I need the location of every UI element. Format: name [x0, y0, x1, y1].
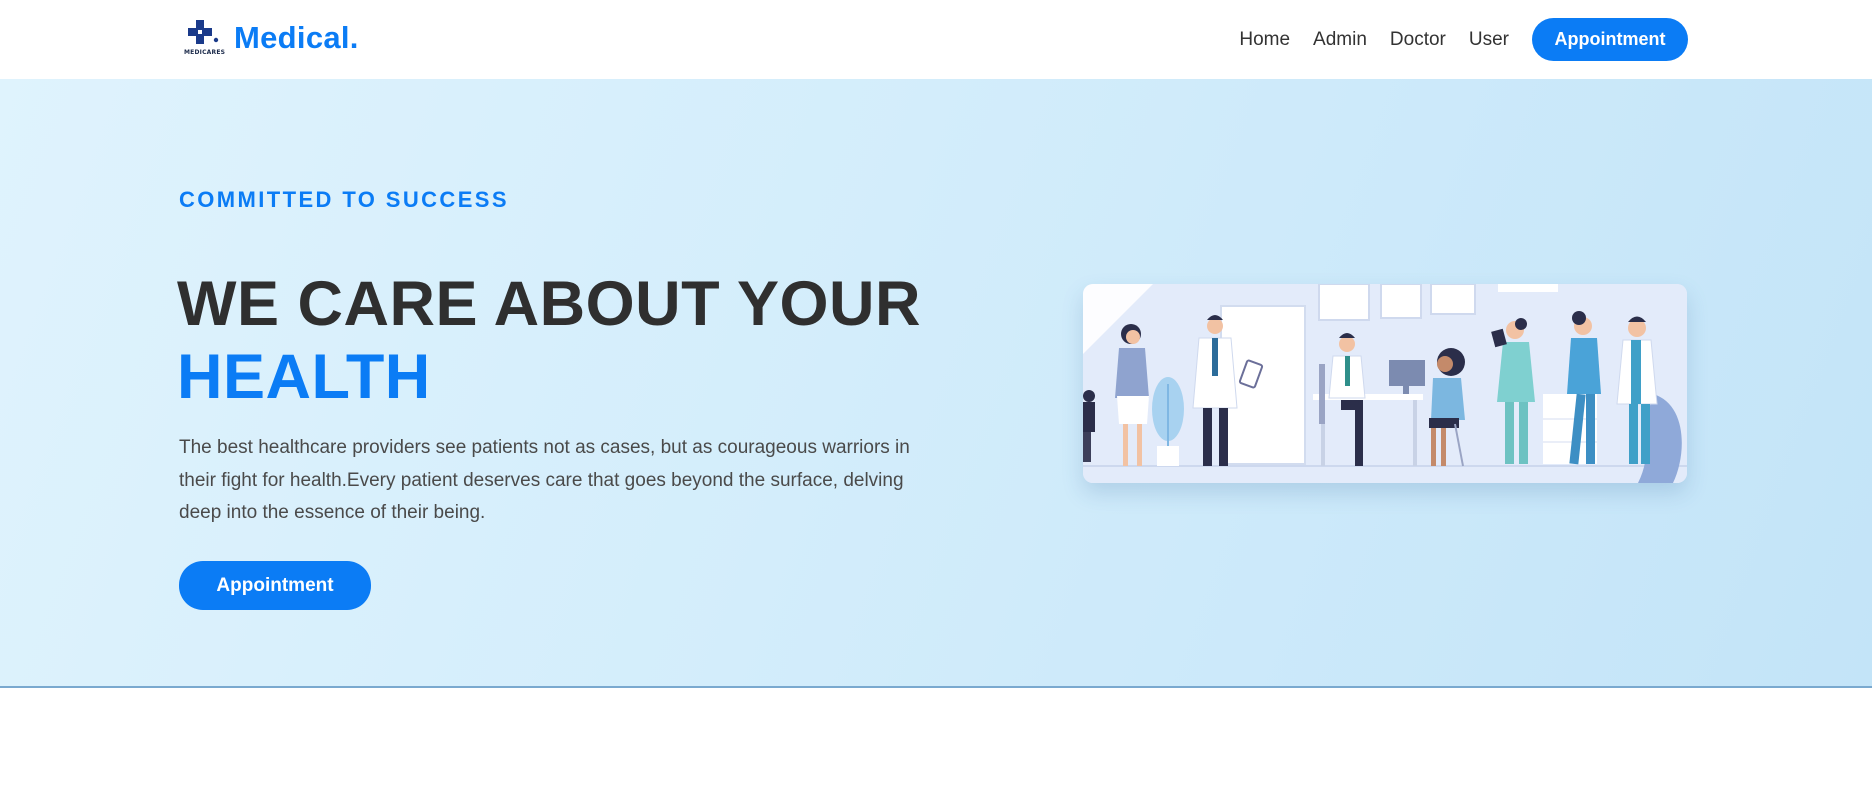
headline-line-1: WE CARE ABOUT YOUR [177, 269, 922, 339]
hero-section: COMMITTED TO SUCCESS WE CARE ABOUT YOUR … [0, 79, 1872, 688]
nav-link-home[interactable]: Home [1239, 29, 1290, 51]
hero-tagline: COMMITTED TO SUCCESS [179, 187, 509, 212]
hero-appointment-button[interactable]: Appointment [179, 561, 371, 610]
brand-name: Medical. [234, 20, 359, 55]
logo-text: MEDICARES [184, 49, 226, 56]
nav-links: Home Admin Doctor User Appointment [1239, 18, 1688, 61]
hero-description: The best healthcare providers see patien… [179, 437, 910, 523]
nav-link-doctor[interactable]: Doctor [1390, 29, 1446, 51]
headline-line-2: HEALTH [177, 342, 431, 412]
clinic-illustration [1083, 284, 1687, 483]
medical-cross-icon: MEDICARES [182, 18, 226, 58]
nav-appointment-button[interactable]: Appointment [1532, 18, 1688, 61]
nav-link-user[interactable]: User [1469, 29, 1509, 51]
hero-headline: WE CARE ABOUT YOUR HEALTH [177, 268, 921, 414]
navbar: MEDICARES Medical. Home Admin Doctor Use… [0, 0, 1872, 79]
nav-link-admin[interactable]: Admin [1313, 29, 1367, 51]
brand[interactable]: MEDICARES Medical. [182, 18, 359, 58]
